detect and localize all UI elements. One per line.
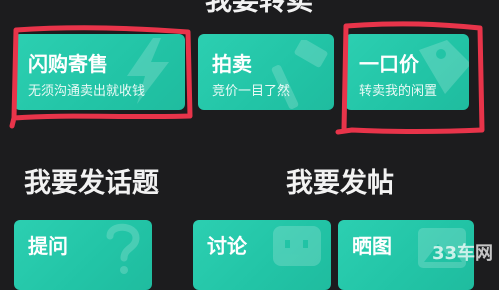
show-photos-label: 晒图 [352,234,392,258]
ask-question-card[interactable]: 提问 [14,220,152,290]
auction-desc: 竞价一目了然 [212,84,291,99]
discussion-label: 讨论 [207,234,247,258]
topic-section-title: 我要发话题 [24,168,159,199]
gavel-icon [271,40,328,109]
fixed-price-label: 一口价 [359,52,419,76]
auction-label: 拍卖 [212,52,252,76]
auction-card[interactable]: 拍卖 竞价一目了然 [198,34,334,110]
ask-question-label: 提问 [28,234,68,258]
flash-consignment-desc: 无须沟通卖出就收钱 [28,84,146,99]
watermark: 33车网 [431,243,493,264]
fixed-price-desc: 转卖我的闲置 [359,84,438,99]
chat-bubble-icon [273,226,321,266]
fixed-price-card[interactable]: 一口价 转卖我的闲置 [345,34,469,110]
sell-section-title: 我要转卖 [205,0,313,17]
flash-consignment-label: 闪购寄售 [28,52,108,76]
post-section-title: 我要发帖 [286,168,394,199]
flash-consignment-card[interactable]: 闪购寄售 无须沟通卖出就收钱 [14,34,185,110]
question-mark-icon [106,223,140,274]
discussion-card[interactable]: 讨论 [193,220,331,290]
